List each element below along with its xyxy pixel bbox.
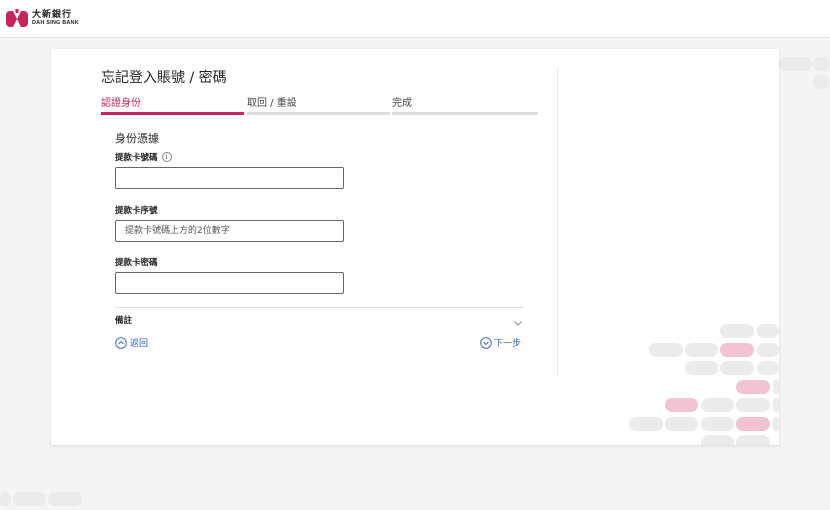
chevron-down-icon[interactable]: [513, 313, 523, 326]
decor-pill: [773, 398, 779, 412]
decor-pill: [720, 361, 754, 375]
decor-pill: [13, 492, 46, 506]
step-bar-retrieve-reset: [247, 112, 390, 115]
decor-pill: [720, 324, 754, 338]
decor-pill: [0, 492, 11, 506]
page-title: 忘記登入賬號 / 密碼: [101, 70, 227, 86]
main-card: 忘記登入賬號 / 密碼 認證身份 取回 / 重設 完成 身份憑據 提款卡號碼 i…: [51, 49, 779, 445]
card-number-label: 提款卡號碼 i: [115, 151, 172, 163]
decor-pill: [665, 417, 698, 431]
step-complete: 完成: [392, 98, 412, 109]
decor-pill: [629, 417, 663, 431]
card-sequence-label: 提款卡序號: [115, 204, 158, 216]
decor-pill: [757, 324, 779, 338]
next-button-label: 下一步: [494, 339, 522, 349]
decor-pill: [685, 361, 718, 375]
decor-pill: [736, 380, 770, 394]
decor-pill: [757, 361, 779, 375]
step-retrieve-reset: 取回 / 重設: [247, 98, 297, 109]
card-number-input[interactable]: [115, 167, 344, 189]
back-button[interactable]: 返回: [115, 336, 148, 349]
bank-name-cn: 大新銀行: [32, 10, 73, 21]
decor-pill: [779, 57, 812, 71]
decor-pill: [665, 398, 698, 412]
decor-pill: [48, 492, 82, 506]
info-icon[interactable]: i: [161, 152, 172, 162]
card-pin-input[interactable]: [115, 272, 344, 294]
chevron-up-circle-icon: [115, 336, 127, 349]
section-title: 身份憑據: [115, 132, 159, 145]
decor-pill: [813, 57, 830, 71]
decor-pill: [685, 343, 718, 357]
decor-pill: [736, 398, 770, 412]
decor-pill: [720, 343, 754, 357]
decor-pill: [757, 343, 779, 357]
step-verify-identity: 認證身份: [101, 98, 141, 109]
decor-pill: [736, 435, 770, 445]
step-bar-complete: [392, 112, 538, 115]
decor-pill: [701, 435, 734, 445]
chevron-down-circle-icon: [480, 336, 492, 349]
column-divider: [557, 67, 558, 377]
bank-logo[interactable]: 大新銀行 DAH SING BANK: [6, 9, 79, 29]
card-number-label-text: 提款卡號碼: [115, 153, 158, 163]
card-sequence-label-text: 提款卡序號: [115, 206, 158, 216]
decor-pill: [773, 380, 779, 394]
card-pin-label: 提款卡密碼: [115, 256, 158, 268]
decor-pill: [701, 417, 734, 431]
remarks-label[interactable]: 備註: [115, 314, 132, 326]
top-bar: 大新銀行 DAH SING BANK: [0, 0, 830, 38]
step-bar-verify-identity: [101, 112, 244, 115]
bank-name-en: DAH SING BANK: [32, 20, 79, 27]
dah-sing-logo-icon: [6, 9, 28, 29]
decor-pill: [736, 417, 770, 431]
card-pin-label-text: 提款卡密碼: [115, 258, 158, 268]
remarks-divider: [115, 307, 524, 308]
decor-pill: [813, 75, 830, 89]
next-button[interactable]: 下一步: [480, 336, 521, 349]
back-button-label: 返回: [130, 339, 149, 349]
decor-pill: [649, 343, 683, 357]
decor-pill: [773, 417, 779, 431]
card-sequence-input[interactable]: [115, 220, 344, 242]
decor-pill: [701, 398, 734, 412]
